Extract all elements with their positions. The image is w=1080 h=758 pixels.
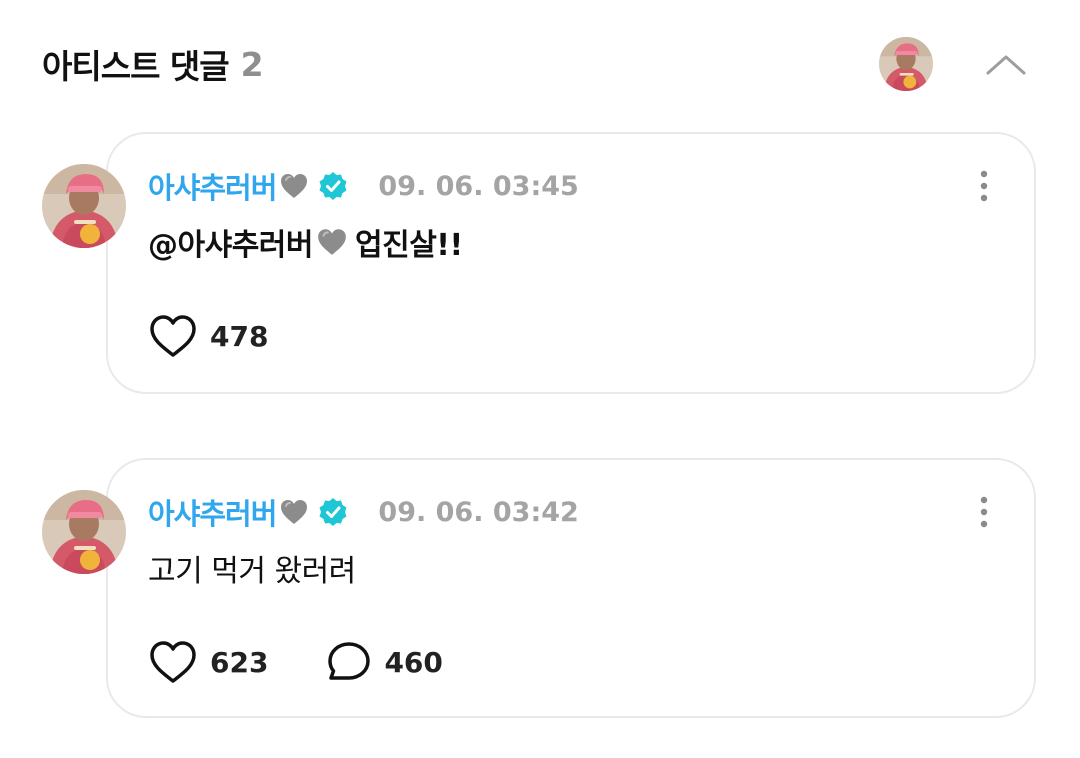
like-count: 623	[210, 645, 269, 679]
comment-text: 고기 먹거 왔러려	[148, 554, 356, 589]
comment-icon	[326, 640, 372, 684]
verified-badge-icon	[318, 497, 348, 527]
chevron-up-icon	[986, 55, 1026, 75]
author-name[interactable]: 아샤추러버	[148, 165, 277, 207]
artist-avatar[interactable]	[879, 37, 933, 91]
grey-heart-icon	[278, 496, 310, 528]
comment-meta: 아샤추러버 09. 06. 03:45	[148, 166, 579, 206]
avatar[interactable]	[42, 164, 126, 248]
more-options-button[interactable]	[974, 166, 994, 206]
like-button[interactable]: 478	[148, 313, 268, 359]
comment-count: 2	[240, 44, 264, 84]
grey-heart-icon	[315, 225, 349, 259]
comment-actions: 478	[148, 312, 326, 360]
author-name[interactable]: 아샤추러버	[148, 491, 277, 533]
more-vertical-icon	[980, 170, 988, 202]
comment-item: 아샤추러버 09. 06. 03:45 @아샤추러버 업진살!! 478	[0, 132, 1080, 394]
like-button[interactable]: 623	[148, 639, 268, 685]
comment-card: 아샤추러버 09. 06. 03:42 고기 먹거 왔러려 623 460	[106, 458, 1036, 718]
comment-text: @아샤추러버 업진살!!	[148, 220, 463, 264]
like-count: 478	[210, 319, 269, 353]
comment-actions: 623 460	[148, 638, 501, 686]
comment-card: 아샤추러버 09. 06. 03:45 @아샤추러버 업진살!! 478	[106, 132, 1036, 394]
timestamp: 09. 06. 03:45	[378, 170, 579, 202]
heart-icon	[148, 313, 198, 359]
artist-comments-page: 아티스트 댓글 2 아샤추러버 09. 06. 03:45 @아샤추러버 업진살…	[0, 0, 1080, 758]
verified-badge-icon	[318, 171, 348, 201]
grey-heart-icon	[278, 170, 310, 202]
section-header: 아티스트 댓글 2	[42, 40, 264, 88]
comment-item: 아샤추러버 09. 06. 03:42 고기 먹거 왔러려 623 460	[0, 458, 1080, 718]
avatar[interactable]	[42, 490, 126, 574]
more-options-button[interactable]	[974, 492, 994, 532]
mention[interactable]: @아샤추러버	[148, 220, 314, 264]
timestamp: 09. 06. 03:42	[378, 496, 579, 528]
collapse-button[interactable]	[978, 44, 1034, 84]
comment-meta: 아샤추러버 09. 06. 03:42	[148, 492, 579, 532]
reply-count: 460	[384, 645, 443, 679]
heart-icon	[148, 639, 198, 685]
comment-text-suffix: 업진살!!	[355, 228, 463, 263]
more-vertical-icon	[980, 496, 988, 528]
reply-button[interactable]: 460	[326, 640, 443, 684]
section-title: 아티스트 댓글	[42, 47, 230, 86]
